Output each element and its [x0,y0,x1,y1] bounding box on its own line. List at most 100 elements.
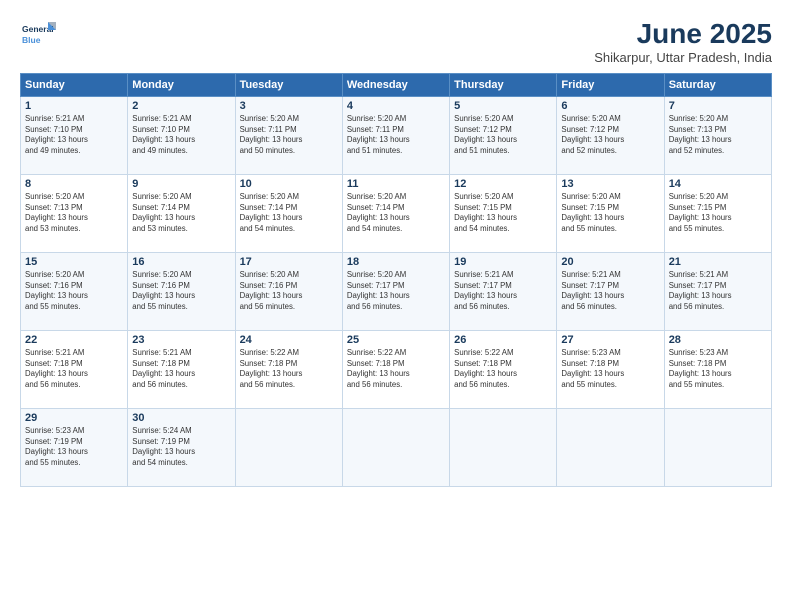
day-20: 20 Sunrise: 5:21 AMSunset: 7:17 PMDayligh… [557,253,664,331]
day-info: Sunrise: 5:21 AMSunset: 7:18 PMDaylight:… [25,348,123,390]
header-row: Sunday Monday Tuesday Wednesday Thursday… [21,74,772,97]
day-19: 19 Sunrise: 5:21 AMSunset: 7:17 PMDayligh… [450,253,557,331]
day-number: 7 [669,100,767,112]
day-11: 11Sunrise: 5:20 AMSunset: 7:14 PMDayligh… [342,175,449,253]
week-row-2: 8 Sunrise: 5:20 AMSunset: 7:13 PMDaylight… [21,175,772,253]
day-empty [342,409,449,487]
day-number: 18 [347,256,445,268]
day-info: Sunrise: 5:20 AMSunset: 7:16 PMDaylight:… [25,270,123,312]
day-number: 28 [669,334,767,346]
title-area: June 2025 Shikarpur, Uttar Pradesh, Indi… [594,18,772,65]
day-number: 12 [454,178,552,190]
day-number: 21 [669,256,767,268]
day-info: Sunrise: 5:20 AMSunset: 7:15 PMDaylight:… [561,192,659,234]
day-info: Sunrise: 5:20 AMSunset: 7:16 PMDaylight:… [240,270,338,312]
day-number: 26 [454,334,552,346]
day-info: Sunrise: 5:20 AMSunset: 7:15 PMDaylight:… [454,192,552,234]
day-number: 25 [347,334,445,346]
day-number: 16 [132,256,230,268]
day-empty [557,409,664,487]
day-info: Sunrise: 5:20 AMSunset: 7:12 PMDaylight:… [454,114,552,156]
day-24: 24Sunrise: 5:22 AMSunset: 7:18 PMDayligh… [235,331,342,409]
day-empty [235,409,342,487]
day-info: Sunrise: 5:22 AMSunset: 7:18 PMDaylight:… [240,348,338,390]
day-number: 8 [25,178,123,190]
day-number: 3 [240,100,338,112]
day-number: 5 [454,100,552,112]
col-friday: Friday [557,74,664,97]
week-row-4: 22 Sunrise: 5:21 AMSunset: 7:18 PMDayligh… [21,331,772,409]
day-info: Sunrise: 5:20 AMSunset: 7:13 PMDaylight:… [25,192,123,234]
col-wednesday: Wednesday [342,74,449,97]
day-number: 19 [454,256,552,268]
day-info: Sunrise: 5:20 AMSunset: 7:15 PMDaylight:… [669,192,767,234]
day-info: Sunrise: 5:21 AMSunset: 7:18 PMDaylight:… [132,348,230,390]
day-info: Sunrise: 5:21 AMSunset: 7:17 PMDaylight:… [561,270,659,312]
day-26: 26 Sunrise: 5:22 AMSunset: 7:18 PMDayligh… [450,331,557,409]
calendar-table: Sunday Monday Tuesday Wednesday Thursday… [20,73,772,487]
day-info: Sunrise: 5:20 AMSunset: 7:14 PMDaylight:… [347,192,445,234]
day-info: Sunrise: 5:21 AMSunset: 7:17 PMDaylight:… [669,270,767,312]
header: General Blue June 2025 Shikarpur, Uttar … [20,18,772,65]
day-number: 23 [132,334,230,346]
day-number: 4 [347,100,445,112]
day-7: 7 Sunrise: 5:20 AMSunset: 7:13 PMDaylight… [664,97,771,175]
day-number: 22 [25,334,123,346]
day-info: Sunrise: 5:20 AMSunset: 7:16 PMDaylight:… [132,270,230,312]
day-30: 30Sunrise: 5:24 AMSunset: 7:19 PMDayligh… [128,409,235,487]
day-info: Sunrise: 5:20 AMSunset: 7:11 PMDaylight:… [240,114,338,156]
day-number: 2 [132,100,230,112]
day-8: 8 Sunrise: 5:20 AMSunset: 7:13 PMDaylight… [21,175,128,253]
day-info: Sunrise: 5:20 AMSunset: 7:11 PMDaylight:… [347,114,445,156]
day-13: 13 Sunrise: 5:20 AMSunset: 7:15 PMDayligh… [557,175,664,253]
day-number: 29 [25,412,123,424]
day-15: 15 Sunrise: 5:20 AMSunset: 7:16 PMDayligh… [21,253,128,331]
day-17: 17 Sunrise: 5:20 AMSunset: 7:16 PMDayligh… [235,253,342,331]
day-info: Sunrise: 5:20 AMSunset: 7:14 PMDaylight:… [132,192,230,234]
month-title: June 2025 [594,18,772,50]
day-number: 30 [132,412,230,424]
week-row-3: 15 Sunrise: 5:20 AMSunset: 7:16 PMDayligh… [21,253,772,331]
day-22: 22 Sunrise: 5:21 AMSunset: 7:18 PMDayligh… [21,331,128,409]
day-info: Sunrise: 5:21 AMSunset: 7:10 PMDaylight:… [25,114,123,156]
day-info: Sunrise: 5:20 AMSunset: 7:14 PMDaylight:… [240,192,338,234]
col-saturday: Saturday [664,74,771,97]
day-info: Sunrise: 5:20 AMSunset: 7:13 PMDaylight:… [669,114,767,156]
day-28: 28 Sunrise: 5:23 AMSunset: 7:18 PMDayligh… [664,331,771,409]
day-12: 12 Sunrise: 5:20 AMSunset: 7:15 PMDayligh… [450,175,557,253]
day-14: 14Sunrise: 5:20 AMSunset: 7:15 PMDayligh… [664,175,771,253]
logo-svg: General Blue [20,18,56,54]
day-number: 6 [561,100,659,112]
calendar-page: General Blue June 2025 Shikarpur, Uttar … [0,0,792,612]
day-16: 16 Sunrise: 5:20 AMSunset: 7:16 PMDayligh… [128,253,235,331]
day-1: 1Sunrise: 5:21 AMSunset: 7:10 PMDaylight… [21,97,128,175]
day-number: 20 [561,256,659,268]
logo: General Blue [20,18,56,54]
day-info: Sunrise: 5:23 AMSunset: 7:18 PMDaylight:… [669,348,767,390]
col-thursday: Thursday [450,74,557,97]
day-info: Sunrise: 5:22 AMSunset: 7:18 PMDaylight:… [347,348,445,390]
day-number: 17 [240,256,338,268]
day-empty [664,409,771,487]
col-sunday: Sunday [21,74,128,97]
day-info: Sunrise: 5:21 AMSunset: 7:10 PMDaylight:… [132,114,230,156]
day-info: Sunrise: 5:21 AMSunset: 7:17 PMDaylight:… [454,270,552,312]
day-number: 9 [132,178,230,190]
day-info: Sunrise: 5:20 AMSunset: 7:17 PMDaylight:… [347,270,445,312]
day-number: 13 [561,178,659,190]
day-23: 23 Sunrise: 5:21 AMSunset: 7:18 PMDayligh… [128,331,235,409]
svg-text:Blue: Blue [22,35,41,45]
day-info: Sunrise: 5:23 AMSunset: 7:19 PMDaylight:… [25,426,123,468]
day-info: Sunrise: 5:23 AMSunset: 7:18 PMDaylight:… [561,348,659,390]
day-4: 4 Sunrise: 5:20 AMSunset: 7:11 PMDaylight… [342,97,449,175]
col-monday: Monday [128,74,235,97]
day-number: 10 [240,178,338,190]
day-2: 2 Sunrise: 5:21 AMSunset: 7:10 PMDaylight… [128,97,235,175]
day-27: 27Sunrise: 5:23 AMSunset: 7:18 PMDayligh… [557,331,664,409]
day-29: 29 Sunrise: 5:23 AMSunset: 7:19 PMDayligh… [21,409,128,487]
day-number: 15 [25,256,123,268]
col-tuesday: Tuesday [235,74,342,97]
day-9: 9 Sunrise: 5:20 AMSunset: 7:14 PMDaylight… [128,175,235,253]
day-info: Sunrise: 5:22 AMSunset: 7:18 PMDaylight:… [454,348,552,390]
day-21: 21 Sunrise: 5:21 AMSunset: 7:17 PMDayligh… [664,253,771,331]
